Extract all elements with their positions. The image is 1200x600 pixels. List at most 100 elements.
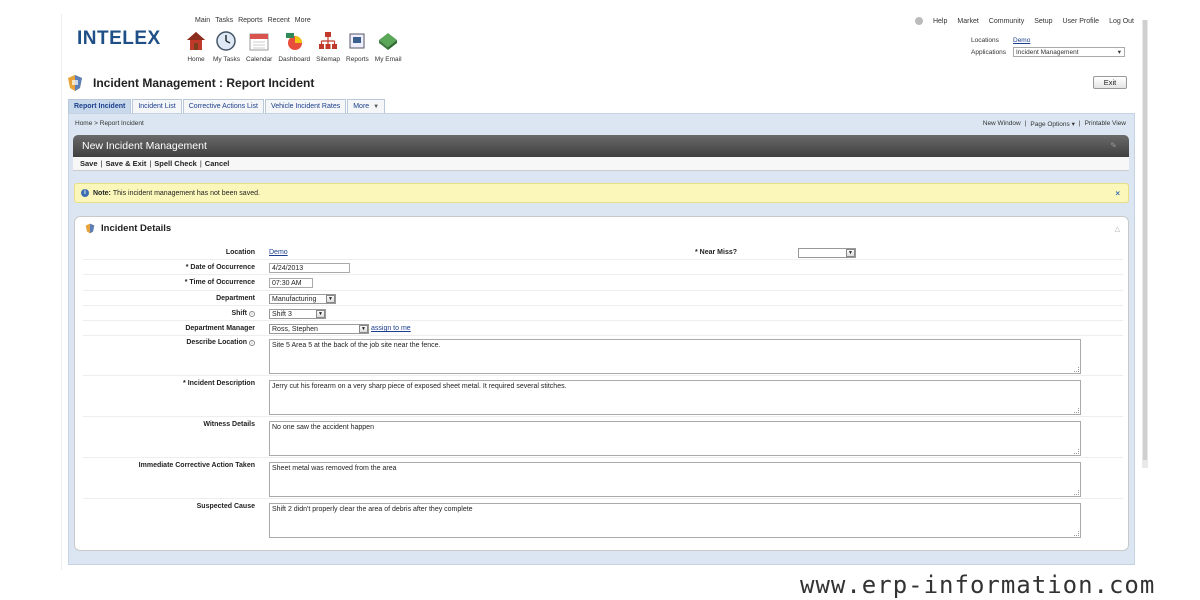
manager-select[interactable]: Ross, Stephen ▼ — [269, 324, 369, 334]
corrective-action-textarea[interactable]: Sheet metal was removed from the area — [269, 462, 1081, 497]
row-incident-description: * Incident Description Jerry cut his for… — [83, 376, 1123, 417]
applications-label: Applications — [971, 48, 1007, 56]
menu-main[interactable]: Main — [195, 17, 210, 24]
link-help[interactable]: Help — [933, 18, 947, 25]
tab-report-incident[interactable]: Report Incident — [68, 99, 132, 113]
chevron-down-icon: ▼ — [316, 310, 325, 318]
tasks-icon — [215, 30, 237, 52]
spell-check-button[interactable]: Spell Check — [154, 159, 197, 168]
action-bar: Save | Save & Exit | Spell Check | Cancel — [73, 157, 1129, 171]
info-icon: i — [81, 189, 89, 197]
link-community[interactable]: Community — [989, 18, 1024, 25]
user-icon — [914, 17, 923, 25]
resize-grip-icon[interactable] — [1074, 408, 1079, 413]
row-department: Department Manufacturing ▼ — [83, 291, 1123, 306]
row-witness: Witness Details No one saw the accident … — [83, 417, 1123, 458]
menu-more[interactable]: More — [295, 17, 311, 24]
department-label: Department — [216, 295, 255, 302]
toolbar-home[interactable]: Home — [185, 30, 207, 63]
email-icon — [377, 30, 399, 52]
page-options-menu[interactable]: Page Options ▾ — [1030, 120, 1074, 128]
resize-grip-icon[interactable] — [1074, 490, 1079, 495]
pin-icon[interactable]: ✎ — [1110, 141, 1117, 150]
toolbar-my-email[interactable]: My Email — [375, 30, 402, 63]
resize-grip-icon[interactable] — [1074, 531, 1079, 536]
toolbar-sitemap[interactable]: Sitemap — [316, 30, 340, 63]
incident-description-textarea[interactable]: Jerry cut his forearm on a very sharp pi… — [269, 380, 1081, 415]
dashboard-icon — [283, 30, 305, 52]
tab-vehicle-incident-rates[interactable]: Vehicle Incident Rates — [264, 99, 347, 113]
scrollbar-thumb[interactable] — [1143, 20, 1147, 460]
applications-select[interactable]: Incident Management ▾ — [1013, 47, 1125, 57]
toolbar-calendar[interactable]: Calendar — [246, 30, 272, 63]
menu-recent[interactable]: Recent — [268, 17, 290, 24]
row-describe-location: Describe Location i Site 5 Area 5 at the … — [83, 336, 1123, 376]
printable-view-link[interactable]: Printable View — [1085, 120, 1126, 128]
shift-select[interactable]: Shift 3 ▼ — [269, 309, 326, 319]
describe-location-textarea[interactable]: Site 5 Area 5 at the back of the job sit… — [269, 339, 1081, 374]
collapse-icon[interactable]: △ — [1115, 225, 1120, 233]
near-miss-select[interactable]: ▼ — [798, 248, 856, 258]
locations-link[interactable]: Demo — [1013, 37, 1030, 44]
row-suspected-cause: Suspected Cause Shift 2 didn't properly … — [83, 499, 1123, 541]
near-miss-label: * Near Miss? — [695, 249, 738, 256]
row-location: Location Demo * Near Miss? ▼ — [83, 245, 1123, 260]
resize-grip-icon[interactable] — [1074, 367, 1079, 372]
tab-more[interactable]: More ▼ — [347, 99, 386, 113]
section-header: New Incident Management ✎ — [73, 135, 1129, 157]
top-menu: Main Tasks Reports Recent More — [195, 17, 311, 24]
date-field[interactable]: 4/24/2013 — [269, 263, 350, 273]
save-button[interactable]: Save — [80, 159, 98, 168]
time-label: * Time of Occurrence — [184, 279, 255, 286]
menu-reports[interactable]: Reports — [238, 17, 263, 24]
location-label: Location — [225, 249, 255, 256]
caret-down-icon: ▼ — [373, 103, 380, 110]
exit-button[interactable]: Exit — [1093, 76, 1127, 89]
new-window-link[interactable]: New Window — [983, 120, 1021, 128]
resize-grip-icon[interactable] — [1074, 449, 1079, 454]
witness-textarea[interactable]: No one saw the accident happen — [269, 421, 1081, 456]
incident-details-card: Incident Details △ Location Demo * Near … — [74, 216, 1129, 551]
toolbar-reports[interactable]: Reports — [346, 30, 369, 63]
details-title: Incident Details — [101, 223, 172, 234]
help-icon[interactable]: i — [249, 310, 255, 317]
locations-label: Locations — [971, 36, 999, 44]
incident-form: Location Demo * Near Miss? ▼ * Date of O… — [83, 245, 1123, 541]
manager-label: Department Manager — [185, 325, 255, 332]
chevron-down-icon: ▼ — [846, 249, 855, 257]
menu-tasks[interactable]: Tasks — [215, 17, 233, 24]
tab-corrective-actions-list[interactable]: Corrective Actions List — [182, 99, 264, 113]
right-links: Help Market Community Setup User Profile… — [914, 17, 1134, 25]
shift-label: Shift i — [231, 310, 255, 317]
home-icon — [185, 30, 207, 52]
save-exit-button[interactable]: Save & Exit — [105, 159, 146, 168]
time-field[interactable]: 07:30 AM — [269, 278, 313, 288]
department-select[interactable]: Manufacturing ▼ — [269, 294, 336, 304]
breadcrumb[interactable]: Home > Report Incident — [75, 120, 144, 127]
assign-to-me-link[interactable]: assign to me — [371, 325, 411, 332]
link-market[interactable]: Market — [957, 18, 978, 25]
link-user-profile[interactable]: User Profile — [1063, 18, 1100, 25]
suspected-cause-textarea[interactable]: Shift 2 didn't properly clear the area o… — [269, 503, 1081, 538]
location-link[interactable]: Demo — [269, 249, 288, 256]
link-setup[interactable]: Setup — [1034, 18, 1052, 25]
row-shift: Shift i Shift 3 ▼ — [83, 306, 1123, 321]
page-options-bar: New Window | Page Options ▾ | Printable Vi… — [982, 120, 1126, 128]
calendar-icon — [248, 30, 270, 52]
toolbar-dashboard[interactable]: Dashboard — [278, 30, 310, 63]
location-selector: Locations Demo Applications Incident Man… — [971, 34, 1125, 58]
page-title: Incident Management : Report Incident — [93, 76, 315, 90]
tab-incident-list[interactable]: Incident List — [132, 99, 182, 113]
describe-location-label: Describe Location i — [186, 339, 255, 346]
page-scrollbar[interactable] — [1142, 20, 1148, 468]
close-icon[interactable]: × — [1115, 189, 1120, 198]
watermark: www.erp-information.com — [800, 571, 1156, 599]
toolbar-my-tasks[interactable]: My Tasks — [213, 30, 240, 63]
help-icon[interactable]: i — [249, 339, 255, 346]
logo[interactable]: INTELEX — [77, 28, 161, 50]
sitemap-icon — [317, 30, 339, 52]
link-logout[interactable]: Log Out — [1109, 18, 1134, 25]
incident-description-label: * Incident Description — [183, 380, 255, 387]
suspected-cause-label: Suspected Cause — [196, 503, 255, 510]
cancel-button[interactable]: Cancel — [205, 159, 230, 168]
